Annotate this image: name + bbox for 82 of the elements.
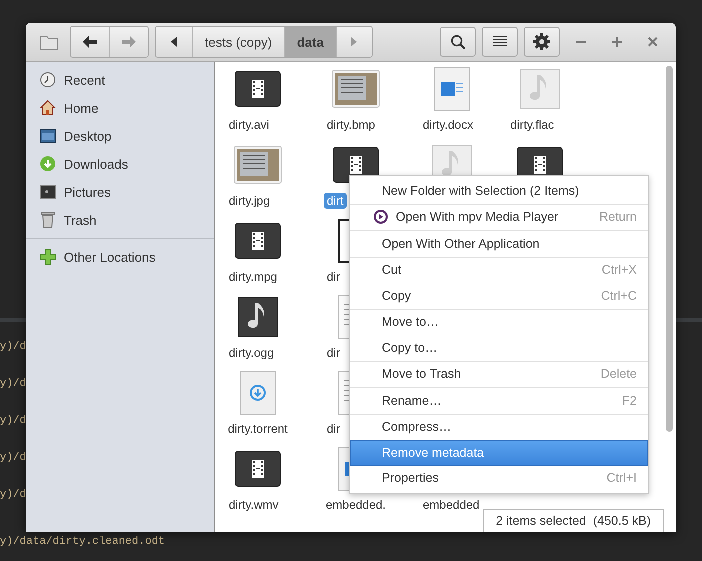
- menu-item[interactable]: Open With Other Application: [350, 231, 648, 256]
- list-icon: [493, 36, 507, 48]
- file-name[interactable]: dirty.avi: [226, 117, 272, 133]
- list-view-button[interactable]: [482, 27, 518, 57]
- file-name[interactable]: dir: [324, 269, 344, 285]
- film-icon: [235, 451, 281, 487]
- terminal-text: y)/d: [0, 488, 26, 502]
- menu-item[interactable]: Properties Ctrl+I: [350, 466, 648, 491]
- plus-icon: [40, 249, 56, 265]
- music-note-icon: [238, 297, 278, 337]
- sidebar-item[interactable]: Recent: [26, 66, 214, 94]
- terminal-text: y)/d: [0, 377, 26, 391]
- file-name[interactable]: embedded.: [322, 497, 390, 513]
- caret-right-icon: [351, 37, 358, 47]
- image-thumbnail-icon: [234, 146, 282, 184]
- sidebar-item[interactable]: Downloads: [26, 150, 214, 178]
- menu-item[interactable]: Move to…: [350, 310, 648, 335]
- menu-item[interactable]: Copy to…: [350, 335, 648, 360]
- terminal-text: y)/d: [0, 451, 26, 465]
- download-document-icon: [240, 371, 276, 415]
- file-name[interactable]: dirty.jpg: [226, 193, 274, 209]
- file-name[interactable]: dir: [324, 345, 344, 361]
- file-name[interactable]: embedded: [420, 497, 483, 513]
- settings-button[interactable]: [524, 27, 560, 57]
- trash-icon: [41, 212, 55, 228]
- minimize-icon: [576, 41, 586, 43]
- file-name[interactable]: dirty.wmv: [226, 497, 282, 513]
- shortcut-text: Return: [599, 210, 637, 224]
- shortcut-text: F2: [622, 394, 637, 408]
- play-circle-icon: [374, 210, 388, 224]
- file-name[interactable]: dirty.docx: [420, 117, 476, 133]
- close-icon: [648, 37, 658, 47]
- desktop-icon: [40, 129, 56, 143]
- shortcut-text: Ctrl+C: [601, 288, 637, 303]
- sidebar-item[interactable]: Pictures: [26, 178, 214, 206]
- file-name[interactable]: dirty.torrent: [225, 421, 291, 437]
- file-name[interactable]: dirty.ogg: [226, 345, 278, 361]
- file-name[interactable]: dirty.flac: [508, 117, 558, 133]
- menu-item[interactable]: Move to Trash Delete: [350, 362, 648, 387]
- film-icon: [235, 71, 281, 107]
- image-thumbnail-icon: [332, 70, 380, 108]
- sidebar-item[interactable]: Other Locations: [26, 243, 214, 271]
- shortcut-text: Delete: [600, 367, 637, 382]
- shortcut-text: Ctrl+I: [606, 471, 637, 486]
- menu-item[interactable]: Open With mpv Media Player Return: [350, 204, 648, 230]
- path-button[interactable]: data: [284, 27, 336, 57]
- sidebar-item[interactable]: Trash: [26, 206, 214, 234]
- file-name[interactable]: dir: [324, 421, 344, 437]
- folder-icon: [40, 34, 58, 50]
- file-name[interactable]: dirty.mpg: [226, 269, 280, 285]
- back-button[interactable]: [71, 27, 109, 57]
- menu-item[interactable]: Compress…: [350, 414, 648, 440]
- caret-left-icon: [171, 37, 177, 47]
- terminal-text: y)/d: [0, 340, 26, 354]
- path-button[interactable]: tests (copy): [192, 27, 284, 57]
- clock-icon: [40, 72, 56, 88]
- document-icon: [434, 67, 470, 111]
- left-arrow-icon: [83, 36, 97, 48]
- house-icon: [40, 100, 56, 116]
- menu-item[interactable]: Cut Ctrl+X: [350, 258, 648, 283]
- sidebar-item[interactable]: Home: [26, 94, 214, 122]
- menu-item[interactable]: Rename… F2: [350, 388, 648, 414]
- terminal-text: y)/data/dirty.cleaned.odt: [0, 535, 166, 549]
- scrollbar[interactable]: [666, 66, 673, 432]
- search-button[interactable]: [440, 27, 476, 57]
- pictures-icon: [40, 185, 56, 199]
- download-icon: [40, 156, 56, 172]
- music-note-icon: [520, 69, 560, 109]
- terminal-text: y)/d: [0, 414, 26, 428]
- status-bar: 2 items selected (450.5 kB): [483, 509, 664, 532]
- gear-icon: [533, 33, 551, 51]
- menu-item[interactable]: Copy Ctrl+C: [350, 283, 648, 308]
- shortcut-text: Ctrl+X: [602, 263, 637, 278]
- sidebar-item[interactable]: Desktop: [26, 122, 214, 150]
- file-name[interactable]: dirty.bmp: [324, 117, 378, 133]
- search-icon: [450, 34, 466, 50]
- menu-item[interactable]: New Folder with Selection (2 Items): [350, 178, 648, 204]
- path-right-button[interactable]: [336, 27, 372, 57]
- film-icon: [235, 223, 281, 259]
- path-left-button[interactable]: [156, 27, 192, 57]
- right-arrow-icon: [122, 36, 136, 48]
- plus-icon: [612, 37, 622, 47]
